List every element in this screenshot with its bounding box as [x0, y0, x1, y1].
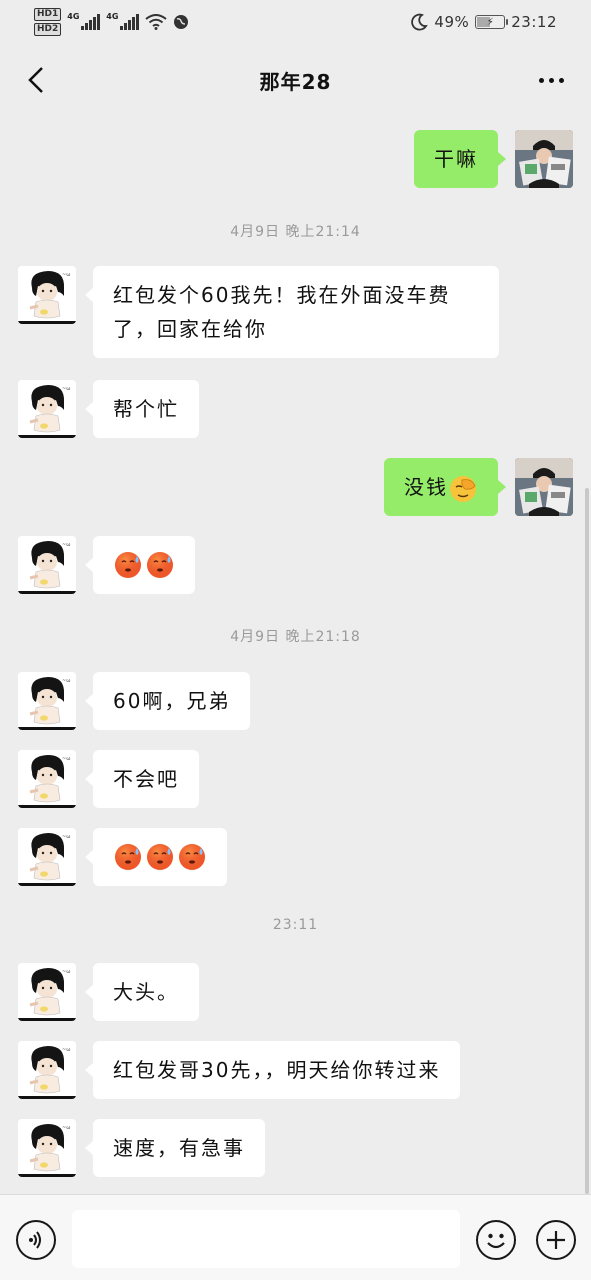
net2-label: 4G	[106, 12, 119, 21]
contact-avatar[interactable]	[18, 1119, 76, 1177]
hd2-badge: HD2	[34, 23, 62, 36]
more-dot-icon	[558, 77, 564, 83]
message-text: 没钱	[404, 475, 448, 499]
voice-wave-icon	[29, 1231, 41, 1249]
wifi-icon	[145, 14, 167, 30]
message-row: 60啊，兄弟	[18, 672, 251, 730]
contact-avatar[interactable]	[18, 828, 76, 886]
message-row: 干嘛	[414, 130, 573, 188]
signal-2-icon: 4G	[106, 12, 140, 30]
hd1-badge: HD1	[34, 8, 62, 21]
message-row: 没钱	[384, 458, 573, 516]
charging-bolt-icon: ⚡	[486, 16, 494, 28]
back-button[interactable]	[16, 60, 56, 100]
voice-button[interactable]	[16, 1220, 56, 1260]
message-row: 红包发哥30先，，明天给你转过来	[18, 1041, 461, 1099]
more-functions-button[interactable]	[536, 1220, 576, 1260]
time-divider: 4月9日 晚上21:18	[230, 629, 361, 645]
message-line: 红包发个60我先！我在外面没车费	[113, 283, 451, 307]
battery-percent: 49%	[434, 13, 470, 31]
contact-avatar[interactable]	[18, 266, 76, 324]
globe-icon	[173, 14, 189, 30]
chevron-left-icon	[28, 67, 43, 93]
message-list[interactable]: 干嘛 4月9日 晚上21:14 红包发个60我先！我在外面没车费 了，回家在给你…	[0, 116, 591, 1194]
time-divider: 4月9日 晚上21:14	[230, 224, 361, 240]
contact-avatar[interactable]	[18, 963, 76, 1021]
battery-icon: ⚡	[475, 15, 509, 29]
message-bubble[interactable]: 干嘛	[414, 130, 506, 188]
message-bubble[interactable]: 速度，有急事	[85, 1119, 265, 1177]
status-bar: HD1 HD2 4G 4G 49% ⚡ 23:12	[0, 0, 591, 44]
message-bubble[interactable]: 红包发哥30先，，明天给你转过来	[84, 1041, 461, 1099]
emoji-button[interactable]	[476, 1220, 516, 1260]
facepalm-emoji-icon	[448, 474, 478, 504]
message-bubble[interactable]: 没钱	[384, 458, 506, 516]
moon-icon	[410, 13, 429, 31]
message-row: 大头。	[18, 963, 199, 1021]
message-row	[18, 828, 227, 886]
message-row: 红包发个60我先！我在外面没车费 了，回家在给你	[18, 266, 499, 358]
message-input[interactable]	[72, 1210, 460, 1268]
plus-icon	[547, 1231, 565, 1249]
hd-indicators: HD1 HD2	[34, 8, 62, 36]
status-right: 49% ⚡ 23:12	[410, 13, 557, 31]
contact-avatar[interactable]	[18, 536, 76, 594]
more-dot-icon	[548, 77, 554, 83]
message-row: 不会吧	[18, 750, 199, 808]
message-bubble[interactable]: 红包发个60我先！我在外面没车费 了，回家在给你	[85, 266, 499, 358]
message-bubble[interactable]	[85, 536, 195, 594]
more-options-button[interactable]	[531, 60, 571, 100]
net1-label: 4G	[67, 12, 80, 21]
anxious-sweat-emoji-icon	[145, 842, 175, 872]
anxious-sweat-emoji-icon	[145, 550, 175, 580]
my-avatar[interactable]	[515, 458, 573, 516]
contact-avatar[interactable]	[18, 672, 76, 730]
my-avatar[interactable]	[515, 130, 573, 188]
anxious-sweat-emoji-icon	[113, 842, 143, 872]
contact-avatar[interactable]	[18, 1041, 76, 1099]
input-bar	[0, 1194, 591, 1280]
chat-title: 那年28	[259, 69, 332, 94]
time-divider: 23:11	[272, 917, 319, 933]
chat-header: 那年28	[0, 44, 591, 116]
clock: 23:12	[511, 13, 557, 31]
contact-avatar[interactable]	[18, 750, 76, 808]
message-bubble[interactable]: 大头。	[85, 963, 199, 1021]
smiley-icon	[487, 1233, 505, 1249]
message-bubble[interactable]: 帮个忙	[85, 380, 199, 438]
anxious-sweat-emoji-icon	[177, 842, 207, 872]
message-bubble[interactable]: 不会吧	[85, 750, 199, 808]
status-left: HD1 HD2 4G 4G	[34, 8, 189, 36]
message-line: 了，回家在给你	[113, 317, 267, 341]
more-dot-icon	[538, 77, 544, 83]
message-row: 帮个忙	[18, 380, 199, 438]
message-row	[18, 536, 195, 594]
message-row: 速度，有急事	[18, 1119, 265, 1177]
anxious-sweat-emoji-icon	[113, 550, 143, 580]
contact-avatar[interactable]	[18, 380, 76, 438]
signal-1-icon: 4G	[67, 12, 101, 30]
message-bubble[interactable]: 60啊，兄弟	[84, 672, 251, 730]
scrollbar[interactable]	[585, 488, 589, 1194]
message-bubble[interactable]	[85, 828, 227, 886]
